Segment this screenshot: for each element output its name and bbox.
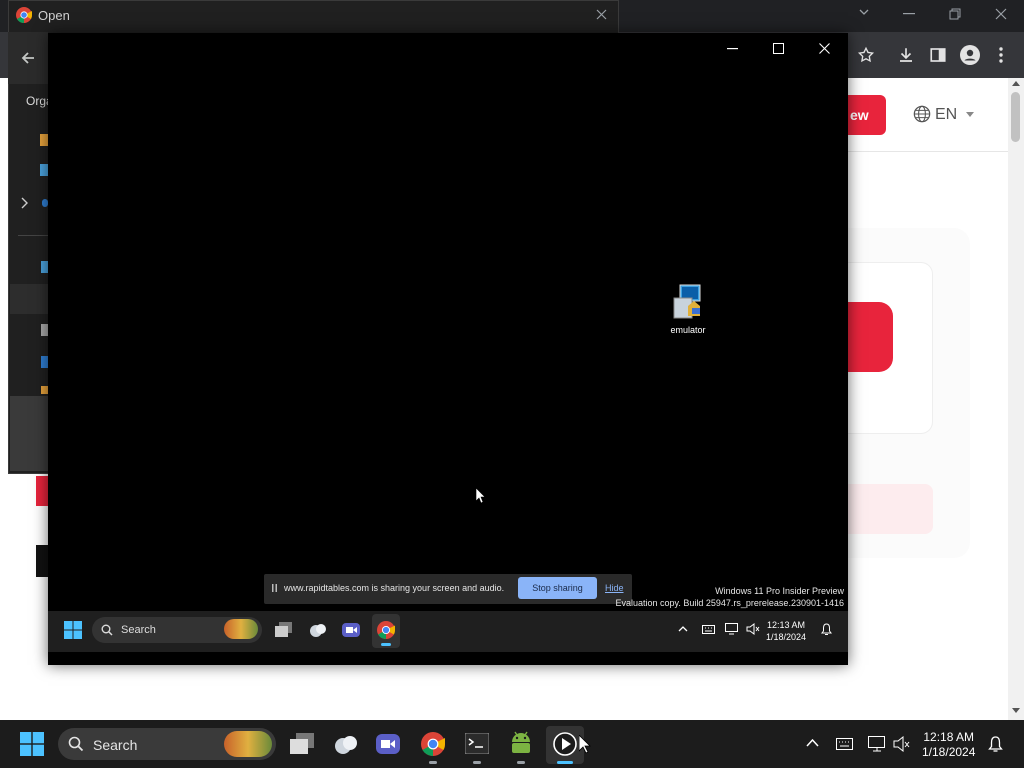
widgets-weather-icon[interactable]	[333, 733, 359, 755]
documents-folder-icon[interactable]	[41, 324, 48, 336]
dialog-back-icon[interactable]	[20, 50, 36, 66]
page-scrollbar[interactable]	[1008, 78, 1024, 720]
teams-icon[interactable]	[376, 732, 400, 756]
mouse-cursor-icon	[476, 488, 486, 503]
emulator-search-icon	[101, 624, 113, 636]
taskbar-time: 12:18 AM	[923, 730, 975, 744]
language-dropdown-icon[interactable]	[966, 112, 974, 117]
notification-bell-icon[interactable]	[988, 736, 1003, 753]
watermark-line-1: Windows 11 Pro Insider Preview	[715, 586, 844, 596]
page-header-divider	[848, 151, 1008, 152]
emulator-widgets-icon[interactable]	[309, 622, 327, 638]
host-mouse-cursor-icon	[579, 735, 591, 754]
emulator-date: 1/18/2024	[766, 632, 807, 642]
selected-nav-item[interactable]	[10, 284, 48, 314]
music-folder-icon[interactable]	[41, 386, 48, 394]
bookmark-star-icon[interactable]	[857, 46, 875, 64]
tray-chevron-icon[interactable]	[806, 739, 819, 747]
tab-search-chevron-icon[interactable]	[858, 6, 870, 18]
terminal-icon[interactable]	[465, 733, 489, 754]
page-heading-fragment	[36, 476, 48, 506]
side-panel-icon[interactable]	[929, 46, 947, 64]
taskbar-search-label: Search	[93, 737, 138, 753]
chrome-logo-icon	[16, 7, 32, 23]
desktop-folder-icon[interactable]	[41, 261, 48, 273]
emulator-desktop-icon[interactable]	[668, 282, 708, 322]
taskbar-clock[interactable]: 12:18 AM 1/18/2024	[922, 730, 975, 760]
new-button-label: ew	[850, 107, 869, 123]
language-label[interactable]: EN	[935, 106, 957, 124]
terminal-running-dot	[473, 761, 481, 764]
browser-close-icon[interactable]	[995, 8, 1007, 20]
emulator-chrome-active-dot	[381, 643, 391, 646]
share-message: www.rapidtables.com is sharing your scre…	[284, 583, 505, 593]
emulator-keyboard-icon[interactable]	[702, 625, 715, 634]
chrome-running-dot	[429, 761, 437, 764]
pictures-folder-icon[interactable]	[41, 356, 48, 368]
emulator-tray-chevron-icon[interactable]	[678, 626, 688, 632]
emulator-network-icon[interactable]	[725, 623, 739, 635]
home-folder-icon[interactable]	[40, 134, 48, 146]
media-player-active-dot	[557, 761, 573, 764]
emulator-chrome-icon[interactable]	[377, 621, 395, 639]
page-text-fragment	[36, 545, 48, 577]
task-view-icon[interactable]	[290, 733, 314, 754]
emulator-search-highlight-image	[224, 619, 258, 639]
emulator-close-icon[interactable]	[819, 43, 830, 54]
download-icon[interactable]	[897, 46, 915, 64]
taskbar-search-icon	[68, 736, 84, 752]
emulator-teams-icon[interactable]	[342, 621, 360, 639]
emulator-notification-bell-icon[interactable]	[821, 623, 832, 636]
browser-restore-icon[interactable]	[949, 8, 961, 20]
emulator-time: 12:13 AM	[767, 620, 806, 630]
expand-chevron-icon[interactable]	[20, 197, 28, 209]
desktop-icon-label: emulator	[670, 325, 706, 335]
emulator-maximize-icon[interactable]	[773, 43, 784, 54]
primary-action-button[interactable]	[848, 302, 893, 372]
emulator-minimize-icon[interactable]	[727, 48, 738, 50]
taskbar-date: 1/18/2024	[922, 745, 976, 759]
new-button[interactable]: ew	[848, 95, 886, 135]
watermark-line-2: Evaluation copy. Build 25947.rs_prerelea…	[615, 598, 845, 608]
emulator-window	[48, 33, 848, 665]
browser-menu-icon[interactable]	[999, 47, 1003, 63]
dialog-close-icon[interactable]	[596, 9, 607, 20]
volume-muted-icon[interactable]	[893, 736, 911, 752]
browser-minimize-icon[interactable]	[903, 13, 915, 15]
start-icon[interactable]	[20, 732, 44, 756]
emulator-task-view-icon[interactable]	[275, 622, 292, 637]
share-drag-handle-icon[interactable]	[272, 584, 277, 592]
gallery-folder-icon[interactable]	[40, 164, 48, 176]
emulator-start-icon[interactable]	[64, 621, 82, 639]
scroll-up-icon[interactable]	[1012, 81, 1020, 86]
emulator-volume-muted-icon[interactable]	[746, 623, 760, 635]
dialog-title: Open	[38, 8, 70, 23]
keyboard-icon[interactable]	[836, 738, 853, 750]
dialog-nav-divider	[18, 235, 48, 236]
globe-icon[interactable]	[913, 105, 931, 123]
scroll-down-icon[interactable]	[1012, 708, 1020, 713]
android-studio-icon[interactable]	[509, 731, 533, 757]
emulator-clock: 12:13 AM 1/18/2024	[766, 619, 806, 643]
android-running-dot	[517, 761, 525, 764]
dialog-footer	[10, 396, 48, 471]
network-icon[interactable]	[868, 736, 886, 752]
scrollbar-thumb[interactable]	[1011, 92, 1020, 142]
emulator-search-label: Search	[121, 624, 156, 636]
taskbar-chrome-icon[interactable]	[421, 732, 445, 756]
secondary-action-button[interactable]	[848, 484, 933, 534]
profile-avatar-icon[interactable]	[960, 45, 980, 65]
media-player-icon[interactable]	[553, 732, 577, 756]
search-highlight-image	[224, 731, 272, 757]
